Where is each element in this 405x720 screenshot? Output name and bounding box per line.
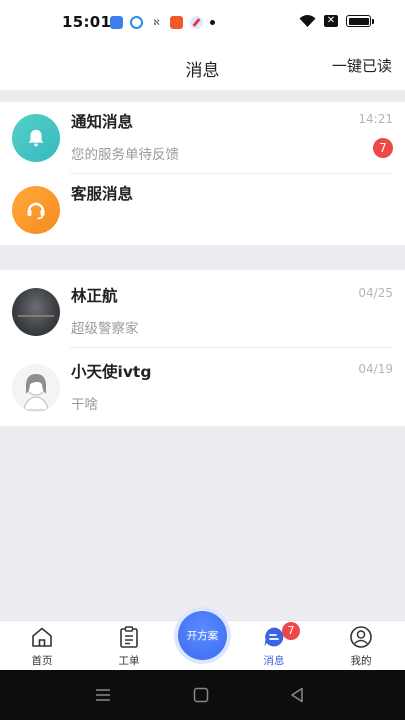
mark-all-read-button[interactable]: 一键已读 (332, 55, 392, 76)
avatar (12, 288, 60, 336)
tab-label: 消息 (263, 655, 285, 667)
screen: 15:01 ℵ ✕ 消息 一键已读 通知消息 您的服务单待反馈 14:21 7 … (0, 0, 405, 720)
app-icon (130, 16, 143, 29)
list-item-customer-service[interactable]: 客服消息 (0, 174, 405, 246)
battery-icon (346, 15, 374, 27)
avatar (12, 364, 60, 412)
tab-work-order[interactable]: 工单 (99, 621, 159, 671)
home-icon (32, 627, 52, 647)
plan-button-label: 开方案 (186, 630, 219, 642)
back-icon[interactable] (288, 686, 306, 704)
tab-messages[interactable]: 7 消息 (244, 621, 304, 671)
notification-icons: ℵ (110, 16, 215, 29)
list-item-notification[interactable]: 通知消息 您的服务单待反馈 14:21 7 (0, 102, 405, 174)
tab-label: 工单 (118, 655, 140, 667)
tab-home[interactable]: 首页 (12, 621, 72, 671)
bell-icon (12, 114, 60, 162)
clipboard-icon (120, 626, 138, 648)
divider (70, 245, 393, 246)
tab-badge: 7 (282, 622, 300, 640)
chat-item-2[interactable]: 小天使ivtg 干啥 04/19 (0, 352, 405, 424)
headset-icon (12, 186, 60, 234)
status-right-icons: ✕ (299, 14, 374, 28)
wifi-icon (299, 14, 316, 28)
app-icon (170, 16, 183, 29)
item-title: 客服消息 (71, 185, 134, 203)
item-subtitle: 您的服务单待反馈 (71, 147, 179, 163)
tab-label: 我的 (350, 655, 372, 667)
item-time: 04/25 (358, 286, 393, 300)
menu-icon[interactable] (94, 686, 112, 704)
system-navigation-bar (0, 670, 405, 720)
unread-badge: 7 (373, 138, 393, 158)
item-subtitle: 超级警察家 (71, 321, 139, 337)
item-time: 04/19 (358, 362, 393, 376)
tab-label: 首页 (31, 655, 53, 667)
status-bar: 15:01 ℵ ✕ (0, 0, 405, 44)
item-subtitle: 干啥 (71, 397, 98, 413)
compass-icon (190, 16, 203, 29)
item-title: 小天使ivtg (71, 363, 152, 381)
no-sim-icon: ✕ (324, 15, 338, 27)
status-time: 15:01 (62, 13, 112, 31)
sim-icon: ℵ (150, 16, 163, 29)
app-icon (110, 16, 123, 29)
more-notifications-icon (210, 20, 215, 25)
profile-icon (350, 626, 372, 648)
item-title: 林正航 (71, 287, 118, 305)
chat-item-1[interactable]: 林正航 超级警察家 04/25 (0, 276, 405, 348)
tab-profile[interactable]: 我的 (331, 621, 391, 671)
chat-list: 林正航 超级警察家 04/25 小天使ivtg 干啥 04/19 (0, 270, 405, 426)
plan-button[interactable]: 开方案 (178, 611, 227, 660)
divider (70, 347, 393, 348)
system-message-list: 通知消息 您的服务单待反馈 14:21 7 客服消息 (0, 102, 405, 246)
item-title: 通知消息 (71, 113, 134, 131)
header-bar: 消息 一键已读 (0, 44, 405, 90)
home-button-icon[interactable] (192, 686, 210, 704)
item-time: 14:21 (358, 112, 393, 126)
